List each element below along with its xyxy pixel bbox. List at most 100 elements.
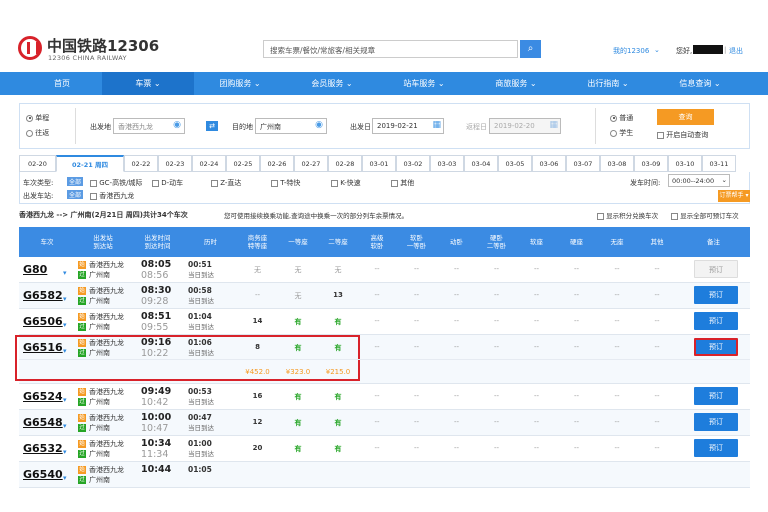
date-tab-item[interactable]: 02-28 xyxy=(328,155,362,172)
filter-gc[interactable]: GC-高铁/城际 xyxy=(90,178,142,188)
train-number-link[interactable]: G6548 xyxy=(23,416,63,429)
departure-date-input[interactable]: 2019-02-21 ▦ xyxy=(372,118,444,134)
radio-icon[interactable] xyxy=(26,114,33,122)
trip-single-option[interactable]: 单程 xyxy=(26,113,49,123)
filter-d[interactable]: D-动车 xyxy=(152,178,183,188)
train-type-all[interactable]: 全部 xyxy=(67,177,84,186)
book-button[interactable]: 预订 xyxy=(694,439,738,457)
seat-availability[interactable]: 16 xyxy=(237,392,278,400)
date-tab-item[interactable]: 03-02 xyxy=(396,155,430,172)
seat-availability[interactable]: 有 xyxy=(278,444,318,454)
chevron-down-icon[interactable]: ▾ xyxy=(63,321,67,329)
nav-home[interactable]: 首页 xyxy=(22,72,102,95)
checkbox-icon[interactable] xyxy=(211,179,218,187)
book-button[interactable]: 预订 xyxy=(694,312,738,330)
railway-logo-icon[interactable] xyxy=(18,36,42,60)
date-tab-item[interactable]: 03-01 xyxy=(362,155,396,172)
nav-guide[interactable]: 出行指南 ⌄ xyxy=(562,72,654,95)
train-number-link[interactable]: G6532 xyxy=(23,442,63,455)
type-normal-option[interactable]: 普通 xyxy=(610,113,633,123)
book-button[interactable]: 预订 xyxy=(694,413,738,431)
radio-icon[interactable] xyxy=(610,129,617,137)
checkbox-icon[interactable] xyxy=(331,179,338,187)
checkbox-icon[interactable] xyxy=(597,212,604,220)
date-tab-item[interactable]: 03-09 xyxy=(634,155,668,172)
book-button[interactable]: 预订 xyxy=(694,387,738,405)
nav-member[interactable]: 会员服务 ⌄ xyxy=(286,72,378,95)
date-tab-item[interactable]: 03-04 xyxy=(464,155,498,172)
show-points-checkbox[interactable]: 显示积分兑换车次 xyxy=(597,210,658,220)
filter-station[interactable]: 香港西九龙 xyxy=(90,191,134,201)
train-number-link[interactable]: G80 xyxy=(23,263,47,276)
departure-time-select[interactable]: 00:00--24:00 ⌄ xyxy=(668,174,730,187)
date-tab-item[interactable]: 02-23 xyxy=(158,155,192,172)
seat-availability[interactable]: 有 xyxy=(318,317,358,327)
filter-z[interactable]: Z-直达 xyxy=(211,178,241,188)
seat-availability[interactable]: 13 xyxy=(318,291,358,299)
checkbox-icon[interactable] xyxy=(657,131,664,139)
date-tab-item[interactable]: 02-22 xyxy=(124,155,158,172)
train-number-link[interactable]: G6582 xyxy=(23,289,63,302)
to-station-input[interactable]: 广州南 ◉ xyxy=(255,118,327,134)
chevron-down-icon[interactable]: ▾ xyxy=(63,474,67,482)
chevron-down-icon[interactable]: ▾ xyxy=(63,295,67,303)
query-button[interactable]: 查询 xyxy=(657,109,714,125)
trip-round-option[interactable]: 往返 xyxy=(26,128,49,138)
date-tab-item[interactable]: 02-24 xyxy=(192,155,226,172)
seat-availability[interactable]: 有 xyxy=(278,418,318,428)
radio-icon[interactable] xyxy=(610,114,617,122)
date-tab-item[interactable]: 03-08 xyxy=(600,155,634,172)
checkbox-icon[interactable] xyxy=(671,212,678,220)
type-student-option[interactable]: 学生 xyxy=(610,128,633,138)
from-station-input[interactable]: 香港西九龙 ◉ xyxy=(113,118,185,134)
nav-tickets[interactable]: 车票 ⌄ xyxy=(102,72,194,95)
booking-helper-button[interactable]: 订票帮手 ▾ xyxy=(718,190,750,202)
station-all[interactable]: 全部 xyxy=(67,190,84,199)
filter-k[interactable]: K-快速 xyxy=(331,178,361,188)
auto-query-checkbox[interactable]: 开启自动查询 xyxy=(657,130,708,140)
train-number-link[interactable]: G6506 xyxy=(23,315,63,328)
seat-availability[interactable]: 14 xyxy=(237,317,278,325)
date-tab-item[interactable]: 02-25 xyxy=(226,155,260,172)
checkbox-icon[interactable] xyxy=(152,179,159,187)
seat-availability[interactable]: 有 xyxy=(318,444,358,454)
date-tab-item[interactable]: 03-06 xyxy=(532,155,566,172)
date-tab-item[interactable]: 02-21 周四 xyxy=(56,155,124,172)
train-number-link[interactable]: G6540 xyxy=(23,468,63,481)
column-header[interactable]: 历时 xyxy=(184,227,237,257)
date-tab-item[interactable]: 02-20 xyxy=(19,155,56,172)
logout-link[interactable]: 退出 xyxy=(729,46,743,56)
nav-group[interactable]: 团购服务 ⌄ xyxy=(194,72,286,95)
swap-stations-icon[interactable]: ⇄ xyxy=(206,121,218,131)
checkbox-icon[interactable] xyxy=(391,179,398,187)
my-account-link[interactable]: 我的12306 xyxy=(613,46,649,56)
date-tab-item[interactable]: 03-07 xyxy=(566,155,600,172)
chevron-down-icon[interactable]: ▾ xyxy=(63,269,67,277)
seat-availability[interactable]: 有 xyxy=(318,418,358,428)
train-number-link[interactable]: G6524 xyxy=(23,390,63,403)
nav-business[interactable]: 商旅服务 ⌄ xyxy=(470,72,562,95)
logo-title[interactable]: 中国铁路12306 xyxy=(47,35,159,56)
site-search-input[interactable]: 搜索车票/餐饮/常旅客/相关规章 xyxy=(263,40,518,58)
date-tab-item[interactable]: 03-03 xyxy=(430,155,464,172)
seat-availability[interactable]: 有 xyxy=(278,317,318,327)
seat-availability[interactable]: 有 xyxy=(318,392,358,402)
chevron-down-icon[interactable]: ▾ xyxy=(63,396,67,404)
seat-availability[interactable]: 有 xyxy=(278,392,318,402)
date-tab-item[interactable]: 02-26 xyxy=(260,155,294,172)
date-tab-item[interactable]: 03-10 xyxy=(668,155,702,172)
checkbox-icon[interactable] xyxy=(271,179,278,187)
book-button[interactable]: 预订 xyxy=(694,338,738,356)
checkbox-icon[interactable] xyxy=(90,179,97,187)
column-header[interactable]: 出发时间 到达时间 xyxy=(131,227,184,257)
seat-availability[interactable]: 20 xyxy=(237,444,278,452)
nav-info[interactable]: 信息查询 ⌄ xyxy=(654,72,746,95)
chevron-down-icon[interactable]: ▾ xyxy=(63,422,67,430)
book-button[interactable]: 预订 xyxy=(694,286,738,304)
checkbox-icon[interactable] xyxy=(90,192,97,200)
show-all-checkbox[interactable]: 显示全部可预订车次 xyxy=(671,210,739,220)
nav-station[interactable]: 站车服务 ⌄ xyxy=(378,72,470,95)
seat-availability[interactable]: 12 xyxy=(237,418,278,426)
date-tab-item[interactable]: 02-27 xyxy=(294,155,328,172)
filter-t[interactable]: T-特快 xyxy=(271,178,300,188)
